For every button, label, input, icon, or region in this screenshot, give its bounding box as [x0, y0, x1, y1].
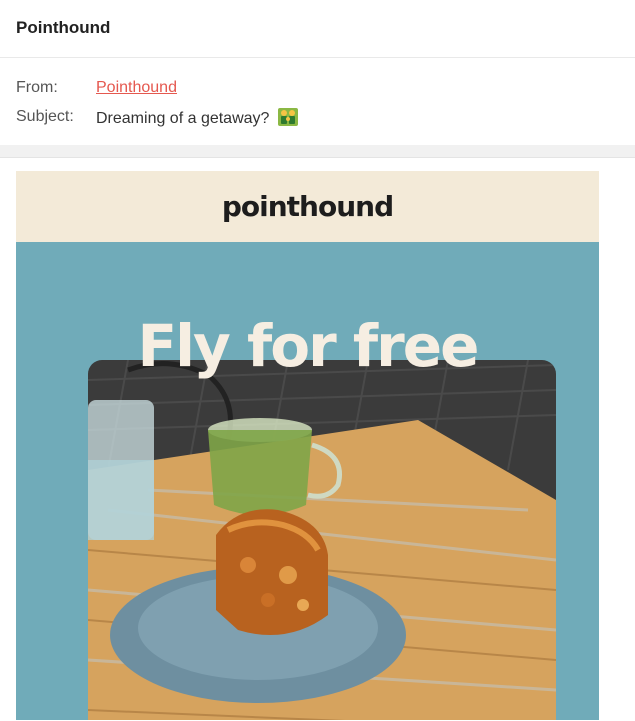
subject-text: Dreaming of a getaway?	[96, 110, 270, 127]
email-header: Pointhound From: Pointhound Subject: Dre…	[0, 0, 635, 146]
subject-label: Subject:	[16, 108, 74, 125]
hero-banner[interactable]: Fly for free	[16, 242, 599, 720]
from-label: From:	[16, 79, 58, 96]
header-divider	[0, 57, 635, 58]
from-row-value: Pointhound	[96, 79, 177, 97]
sender-title: Pointhound	[16, 18, 111, 37]
brand-logo[interactable]: pointhound	[16, 171, 599, 242]
brand-band: pointhound	[16, 171, 599, 242]
subject-row: Dreaming of a getaway?	[96, 108, 298, 128]
from-sender-link[interactable]: Pointhound	[96, 79, 177, 96]
cafe-table-photo[interactable]	[88, 360, 556, 720]
family-emoji-icon	[277, 108, 298, 126]
section-gap	[0, 145, 635, 157]
hero-title: Fly for free	[137, 312, 480, 380]
